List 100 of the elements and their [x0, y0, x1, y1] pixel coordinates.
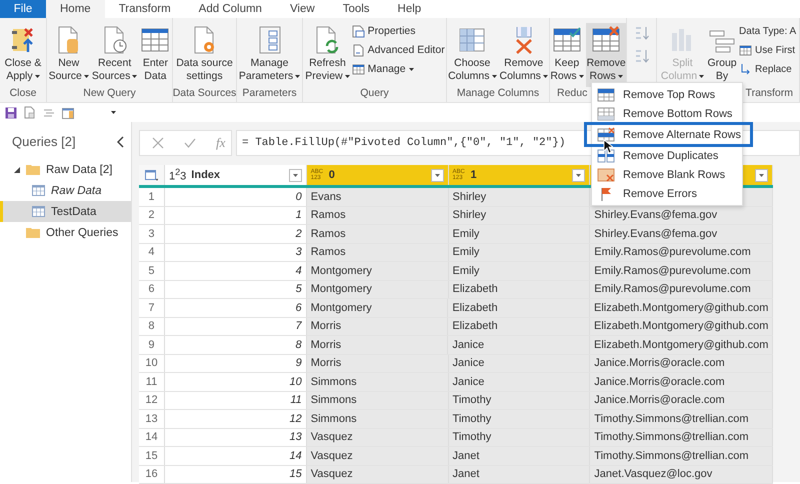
ribbon-button[interactable]: Replace: [739, 61, 792, 77]
ribbon-button[interactable]: Remove Columns: [498, 23, 549, 87]
caret-icon: [578, 75, 584, 78]
table-cell: Janice.Morris@oracle.com: [590, 354, 773, 372]
table-cell: Emily: [448, 262, 590, 280]
table-cell: Janice: [448, 354, 590, 372]
ribbon-button[interactable]: Recent Sources: [90, 23, 138, 87]
folder-item[interactable]: Other Queries: [0, 222, 131, 243]
save-icon[interactable]: [5, 106, 17, 118]
expanded-icon[interactable]: [14, 166, 20, 172]
collapse-icon[interactable]: [117, 136, 125, 148]
ribbon-button[interactable]: Close & Apply: [4, 23, 42, 87]
table-cell: Vasquez: [306, 466, 449, 483]
ribbon-button[interactable]: Keep Rows: [550, 23, 585, 87]
group-label: Query: [360, 87, 389, 101]
table-cell: Shirley: [448, 206, 590, 224]
query-item[interactable]: Raw Data: [0, 180, 131, 201]
rows-icon: [597, 86, 615, 102]
duplicates-icon: [597, 148, 615, 164]
group-label: Parameters: [242, 87, 297, 101]
type-label[interactable]: 1$^{2}$3: [168, 167, 186, 183]
ribbon-button[interactable]: Enter Data: [139, 23, 172, 87]
folder-icon: [26, 227, 40, 238]
ribbon-button[interactable]: Choose Columns: [447, 23, 498, 87]
ribbon-tab[interactable]: Transform: [104, 0, 185, 18]
menu-item[interactable]: Remove Blank Rows: [592, 165, 742, 184]
ribbon-button[interactable]: Manage Parameters: [238, 23, 302, 87]
table-cell: Janet: [448, 447, 590, 464]
ribbon-button[interactable]: Data Type: A: [739, 23, 796, 39]
caret-icon: [344, 75, 350, 78]
table-cell: Elizabeth.Montgomery@github.com: [590, 336, 773, 354]
group-label: Manage Columns: [456, 87, 540, 101]
table-cell: Janet.Vasquez@loc.gov: [590, 466, 773, 483]
ribbon-tab[interactable]: Help: [384, 0, 436, 18]
caret-icon: [408, 68, 414, 70]
filter-button[interactable]: [755, 168, 768, 182]
column-name: Index: [191, 169, 222, 181]
table-cell: Simmons: [306, 373, 449, 390]
caret-icon: [576, 174, 582, 176]
ribbon-button[interactable]: Refresh Preview: [304, 23, 351, 87]
ribbon-button[interactable]: Remove Rows: [586, 23, 626, 87]
table-cell: Morris: [306, 354, 449, 372]
table-cell: Simmons: [306, 392, 449, 409]
caret-icon: [84, 75, 89, 78]
ribbon-button[interactable]: Advanced Editor: [352, 42, 445, 58]
ribbon-tab[interactable]: View: [276, 0, 329, 18]
document-icon[interactable]: [24, 106, 36, 119]
folder-icon: [26, 164, 40, 175]
table-icon: [32, 185, 45, 196]
ribbon-button[interactable]: Data source settings: [175, 23, 234, 87]
ribbon-button[interactable]: Group By: [706, 23, 738, 87]
rows-icon: [597, 106, 615, 122]
table-cell: Janice.Morris@oracle.com: [590, 373, 773, 390]
group-label: Reduc: [556, 87, 588, 101]
customize-toolbar-button[interactable]: [111, 111, 116, 114]
filter-button[interactable]: [572, 168, 586, 182]
menu-item[interactable]: Remove Bottom Rows: [592, 104, 742, 123]
caret-icon: [492, 75, 496, 78]
ribbon-button[interactable]: Properties: [352, 23, 416, 39]
check-icon[interactable]: [184, 137, 196, 149]
table-cell: Emily.Ramos@purevolume.com: [590, 244, 773, 261]
table-cell: Simmons: [306, 410, 449, 428]
folder-item[interactable]: Raw Data [2]: [0, 159, 131, 180]
table-icon: [739, 44, 752, 56]
table-cell: Ramos: [306, 225, 449, 242]
table-cell: Janice.Morris@oracle.com: [590, 392, 773, 409]
filter-button[interactable]: [288, 168, 302, 182]
table-icon[interactable]: [62, 106, 74, 118]
table-cell: Timothy: [448, 428, 590, 446]
file-menu-tab[interactable]: File: [0, 0, 46, 18]
caret-icon: [132, 75, 138, 78]
caret-icon: [111, 111, 116, 114]
properties-icon: [352, 24, 365, 38]
ribbon-tab[interactable]: Home: [46, 0, 105, 18]
table-cell: Ramos: [306, 206, 449, 224]
table-cell: Emily.Ramos@purevolume.com: [590, 262, 773, 280]
table-menu-button[interactable]: [139, 165, 165, 185]
table-cell: Vasquez: [306, 447, 449, 464]
menu-item[interactable]: Remove Errors: [592, 184, 742, 203]
filter-button[interactable]: [430, 168, 444, 182]
ribbon-button[interactable]: Manage: [352, 61, 414, 77]
menu-item[interactable]: Remove Top Rows: [592, 85, 742, 104]
caret-icon: [759, 174, 764, 176]
table-cell: Timothy: [448, 392, 590, 409]
table-cell: Janet: [448, 466, 590, 483]
table-cell: Janice: [448, 336, 590, 354]
column-header[interactable]: 1$^{2}$3 Index: [164, 165, 307, 185]
mouse-pointer-icon: [603, 139, 613, 154]
caret-icon: [542, 75, 548, 78]
table-cell: Emily: [448, 225, 590, 242]
query-item[interactable]: TestData: [0, 201, 131, 222]
ribbon-tab[interactable]: Tools: [328, 0, 384, 18]
table-cell: Timothy.Simmons@trellian.com: [590, 428, 773, 446]
ribbon-button[interactable]: New Source: [48, 23, 90, 87]
table-icon: [32, 206, 45, 217]
table-cell: Janice: [448, 373, 590, 390]
table-cell: Montgomery: [306, 280, 449, 298]
ribbon-button[interactable]: Use First: [739, 42, 796, 58]
ribbon-tab[interactable]: Add Column: [184, 0, 276, 18]
document-icon: [352, 44, 365, 56]
